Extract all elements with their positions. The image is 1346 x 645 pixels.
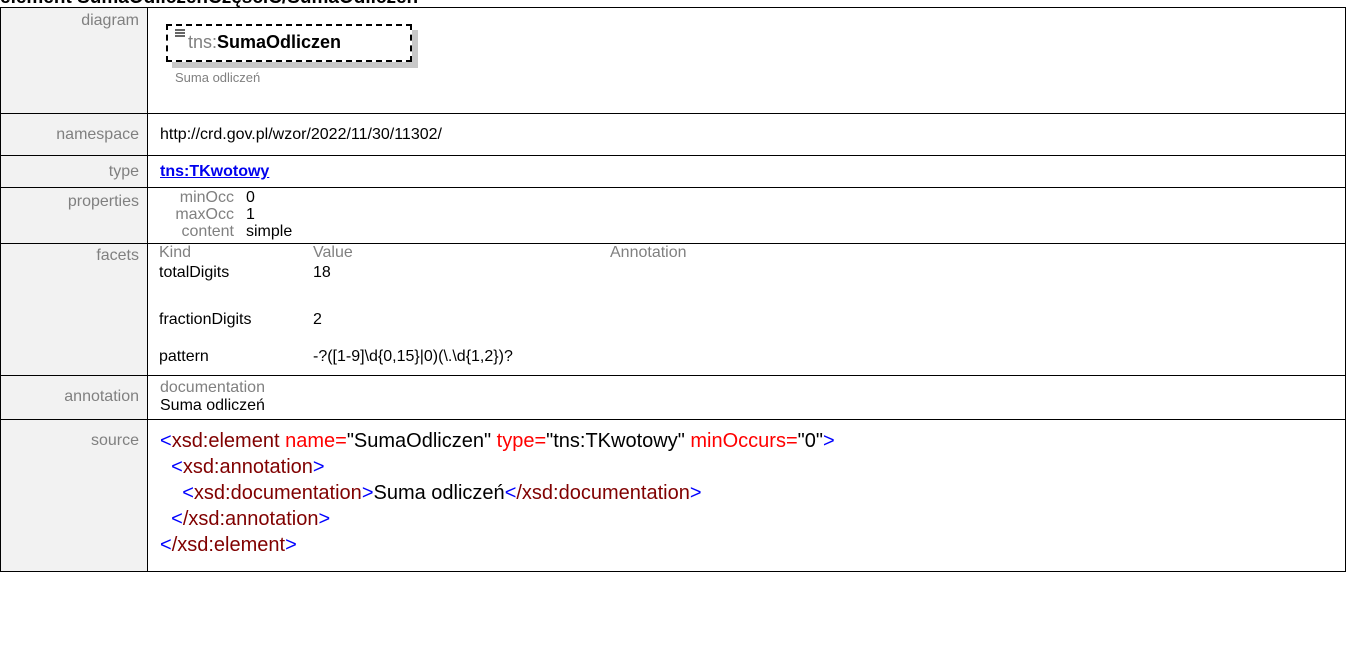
- diagram-element-box[interactable]: tns:SumaOdliczen: [166, 24, 412, 62]
- source-tag: xsd:element: [171, 430, 280, 452]
- facet-annotation: [610, 301, 919, 338]
- label-annotation: annotation: [0, 375, 148, 420]
- diagram-prefix: tns:: [188, 32, 218, 52]
- prop-value: simple: [246, 223, 293, 240]
- label-type: type: [0, 155, 148, 188]
- namespace-value: http://crd.gov.pl/wzor/2022/11/30/11302/: [160, 126, 442, 143]
- properties-list: minOcc 0 maxOcc 1 content simple: [160, 188, 1345, 240]
- facet-value: 18: [313, 264, 331, 281]
- element-diagram: tns:SumaOdliczen Suma odliczeń: [148, 8, 1345, 110]
- sequence-icon: [175, 29, 185, 37]
- facet-annotation: [610, 264, 919, 301]
- type-link[interactable]: tns:TKwotowy: [160, 163, 269, 180]
- diagram-caption: Suma odliczeń: [175, 70, 261, 85]
- prop-key: content: [181, 223, 234, 240]
- prop-key: maxOcc: [175, 206, 234, 223]
- source-code: <xsd:element name="SumaOdliczen" type="t…: [160, 430, 835, 556]
- facet-kind: fractionDigits: [159, 310, 252, 328]
- table-row: fractionDigits 2: [159, 301, 919, 338]
- facet-kind: totalDigits: [159, 264, 230, 281]
- facet-kind: pattern: [159, 347, 209, 365]
- label-properties: properties: [0, 187, 148, 244]
- facets-header-kind: Kind: [159, 244, 192, 261]
- facet-value: -?([1-9]\d{0,15}|0)(\.\d{1,2})?: [313, 347, 513, 365]
- element-doc-table: diagram tns:SumaOdliczen Suma odliczeń n…: [0, 7, 1346, 572]
- annotation-key: documentation: [160, 379, 265, 396]
- facet-annotation: [610, 338, 919, 375]
- prop-value: 1: [246, 206, 255, 223]
- facets-header-annotation: Annotation: [610, 244, 687, 261]
- table-row: totalDigits 18: [159, 264, 919, 301]
- label-diagram: diagram: [0, 7, 148, 114]
- label-source: source: [0, 419, 148, 572]
- facet-value: 2: [313, 310, 322, 328]
- label-namespace: namespace: [0, 113, 148, 156]
- diagram-element-name: SumaOdliczen: [217, 32, 342, 52]
- annotation-value: Suma odliczeń: [160, 397, 265, 414]
- table-row: pattern -?([1-9]\d{0,15}|0)(\.\d{1,2})?: [159, 338, 919, 375]
- facets-header-value: Value: [313, 244, 353, 261]
- prop-value: 0: [246, 189, 255, 206]
- facets-table: Kind Value Annotation totalDigits 18 fra…: [159, 244, 919, 375]
- prop-key: minOcc: [179, 189, 234, 206]
- label-facets: facets: [0, 243, 148, 376]
